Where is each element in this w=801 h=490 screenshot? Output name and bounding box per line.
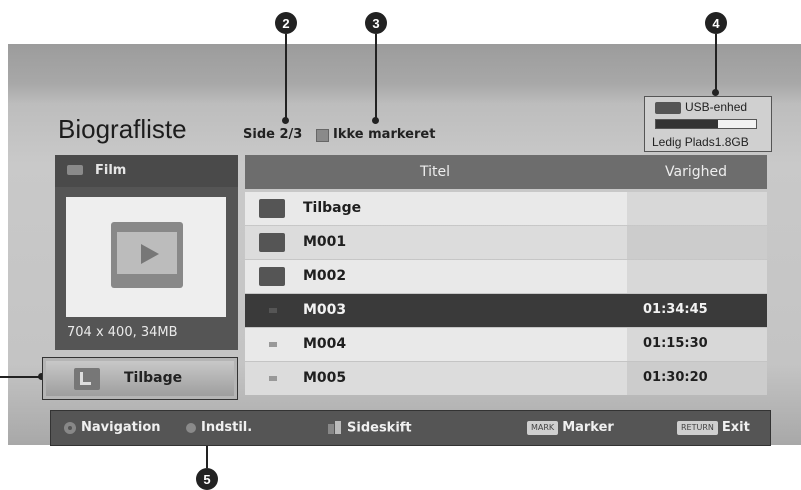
dpad-icon	[64, 421, 76, 434]
table-row[interactable]: M005 01:30:20	[245, 362, 767, 395]
row-title: M001	[303, 234, 347, 250]
callout-marker-4: 4	[705, 12, 727, 34]
row-title: M002	[303, 268, 347, 284]
movie-file-icon	[269, 308, 277, 313]
row-title: M003	[303, 302, 347, 318]
mark-status: Ikke markeret	[333, 127, 436, 142]
callout-marker-3: 3	[365, 12, 387, 34]
page-indicator: Side 2/3	[243, 127, 303, 142]
back-button-label: Tilbage	[124, 370, 183, 386]
nav-page-change-label: Sideskift	[347, 420, 412, 436]
movie-file-icon	[269, 342, 277, 347]
preview-header: Film	[55, 155, 238, 187]
callout-line-3	[375, 34, 377, 120]
back-button[interactable]: Tilbage	[42, 357, 238, 400]
film-category-icon	[67, 165, 83, 175]
row-title: Tilbage	[303, 200, 362, 216]
row-duration: 01:34:45	[643, 302, 708, 317]
nav-mark: MARK Marker	[527, 420, 614, 435]
back-folder-icon	[74, 368, 100, 390]
nav-settings: Indstil.	[185, 420, 252, 435]
ok-icon	[186, 422, 196, 433]
folder-icon	[259, 233, 285, 252]
preview-category: Film	[95, 163, 127, 178]
callout-dot-3	[372, 117, 379, 124]
usb-device-panel: USB-enhed Ledig Plads1.8GB	[644, 96, 772, 152]
mark-checkbox-icon	[316, 129, 329, 142]
callout-line-1	[0, 376, 42, 378]
row-title: M005	[303, 370, 347, 386]
table-header: Titel Varighed	[245, 155, 767, 189]
callout-dot-4	[712, 89, 719, 96]
usb-free-space: Ledig Plads1.8GB	[652, 135, 749, 149]
nav-navigation-label: Navigation	[81, 420, 161, 435]
usb-space-bar	[655, 119, 757, 129]
nav-exit-label: Exit	[721, 420, 750, 435]
usb-icon	[655, 102, 681, 114]
nav-settings-label: Indstil.	[201, 420, 253, 435]
play-icon	[141, 244, 159, 264]
table-row[interactable]: M001	[245, 226, 767, 259]
movie-file-icon	[269, 376, 277, 381]
row-title: M004	[303, 336, 347, 352]
back-folder-icon	[259, 199, 285, 218]
callout-marker-5: 5	[196, 468, 218, 490]
folder-icon	[259, 267, 285, 286]
column-header-duration: Varighed	[665, 164, 727, 180]
table-row[interactable]: M004 01:15:30	[245, 328, 767, 361]
column-header-title: Titel	[419, 164, 450, 180]
table-row[interactable]: M002	[245, 260, 767, 293]
nav-navigation: Navigation	[63, 420, 161, 435]
callout-line-4	[715, 34, 717, 94]
preview-thumbnail	[66, 197, 226, 317]
row-duration: 01:15:30	[643, 336, 708, 351]
page-change-icon	[328, 421, 341, 434]
mark-key-icon: MARK	[527, 420, 559, 435]
usb-device-label: USB-enhed	[685, 100, 748, 114]
nav-page-change: Sideskift	[327, 420, 412, 436]
nav-exit: RETURN Exit	[677, 420, 750, 435]
nav-mark-label: Marker	[562, 420, 614, 435]
movie-list-table: Titel Varighed Tilbage M001 M002 M003 01:34:…	[245, 155, 767, 400]
film-strip-icon	[111, 222, 183, 288]
usb-space-fill	[656, 120, 718, 128]
table-row[interactable]: Tilbage	[245, 192, 767, 225]
table-row[interactable]: M003 01:34:45	[245, 294, 767, 327]
page-title: Biografliste	[58, 114, 187, 144]
callout-dot-2	[282, 117, 289, 124]
callout-marker-2: 2	[275, 12, 297, 34]
bottom-nav-bar: Navigation Indstil. Sideskift MARK Marker…	[50, 410, 771, 446]
row-duration: 01:30:20	[643, 370, 708, 385]
callout-line-2	[285, 34, 287, 120]
preview-panel: Film 704 x 400, 34MB	[55, 155, 238, 350]
return-key-icon: RETURN	[677, 420, 718, 435]
preview-file-info: 704 x 400, 34MB	[67, 325, 178, 340]
